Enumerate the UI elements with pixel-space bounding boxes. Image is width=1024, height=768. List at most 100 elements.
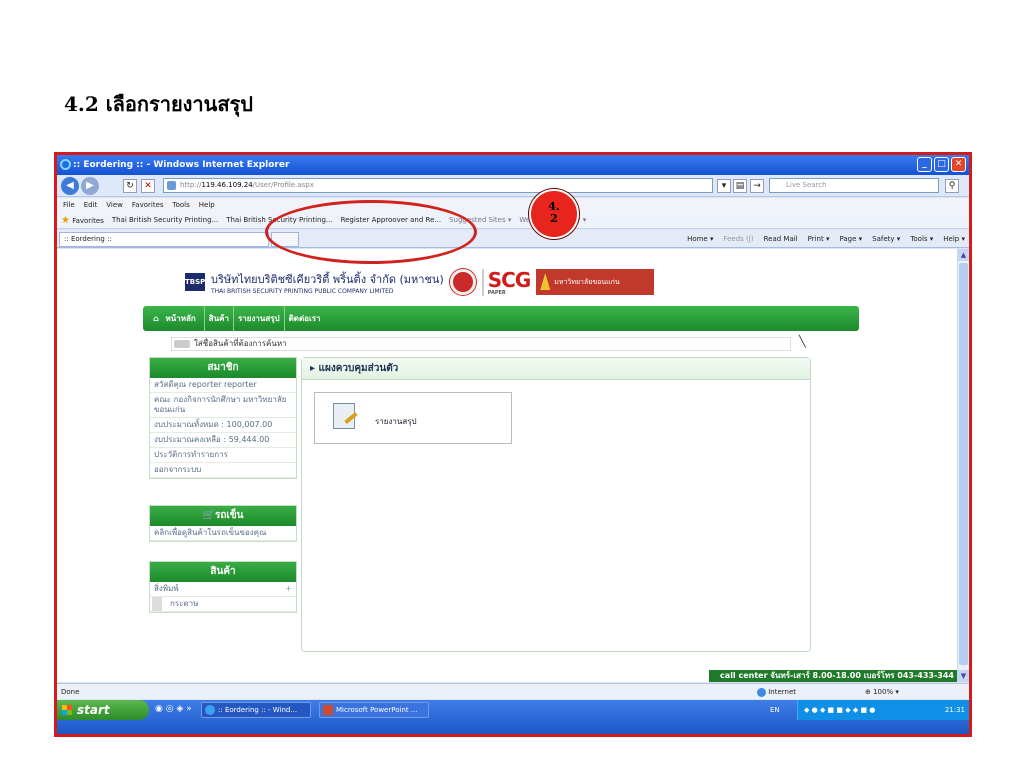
summary-report-tile[interactable]: รายงานสรุป (314, 392, 512, 444)
panel-header: ▸ แผงควบคุมส่วนตัว (302, 358, 810, 380)
nav-home[interactable]: ⌂ หน้าหลัก (149, 306, 205, 331)
greeting: สวัสดีคุณ reporter reporter (150, 378, 296, 393)
cart-box: 🛒รถเข็น คลิกเพื่อดูสินค้าในรถเข็นของคุณ (149, 505, 297, 542)
kku-logo: มหาวิทยาลัยขอนแก่น (536, 269, 655, 295)
company-name: บริษัทไทยบริติชซีเคียวริตี้ พริ้นติ้ง จำ… (211, 272, 444, 295)
scroll-down-icon[interactable]: ▼ (958, 670, 969, 682)
menu-favorites[interactable]: Favorites (132, 198, 164, 212)
help-menu[interactable]: Help ▾ (943, 232, 965, 246)
menu-help[interactable]: Help (199, 198, 215, 212)
command-bar: Home ▾ Feeds (J) Read Mail Print ▾ Page … (687, 232, 965, 246)
highlight-oval (265, 200, 477, 264)
status-bar: Done Internet ⊕ 100% ▾ (57, 683, 969, 699)
header-logos: TBSP บริษัทไทยบริติชซีเคียวริตี้ พริ้นติ… (185, 267, 655, 297)
clock: 21:31 (944, 706, 965, 714)
products-header: สินค้า (150, 562, 296, 582)
elephant-logo-icon (449, 269, 476, 295)
task-powerpoint[interactable]: Microsoft PowerPoint ... (319, 702, 429, 718)
read-mail-button[interactable]: Read Mail (764, 232, 798, 246)
page-menu[interactable]: Page ▾ (839, 232, 862, 246)
tools-menu[interactable]: Tools ▾ (910, 232, 933, 246)
feeds-button[interactable]: Feeds (J) (723, 232, 753, 246)
address-toolbar: ◀ ▶ ↻ ✕ http://119.46.109.24/User/Profil… (57, 175, 969, 197)
scg-logo: SCG PAPER (481, 268, 531, 296)
tab-eordering[interactable]: :: Eordering :: (59, 232, 269, 247)
search-icon[interactable]: ╲ (799, 335, 806, 348)
browser-window: :: Eordering :: - Windows Internet Explo… (54, 152, 972, 737)
step-badge: 4. 2 (529, 189, 579, 239)
live-search-input[interactable]: Live Search (769, 178, 939, 193)
scroll-thumb[interactable] (959, 263, 968, 665)
stop-icon[interactable]: ✕ (141, 179, 155, 193)
start-button[interactable]: start (57, 700, 149, 720)
main-nav: ⌂ หน้าหลัก สินค้า รายงานสรุป ติดต่อเรา (143, 306, 859, 331)
forward-arrow-icon[interactable]: ▶ (81, 177, 99, 195)
status-text: Done (61, 688, 80, 696)
nav-products[interactable]: สินค้า (205, 306, 234, 331)
menu-bar: File Edit View Favorites Tools Help (57, 198, 969, 212)
search-icon[interactable]: ⚲ (945, 179, 959, 193)
member-box: สมาชิก สวัสดีคุณ reporter reporter คณะ ก… (149, 357, 297, 479)
refresh-icon[interactable]: ↻ (123, 179, 137, 193)
tray-icons[interactable]: ◆ ● ◆ ■ ■ ◆ ◆ ■ ● (804, 700, 875, 720)
language-indicator[interactable]: EN (770, 700, 780, 720)
favorites-bar: ★ Favorites Thai British Security Printi… (57, 212, 969, 229)
keyboard-icon (174, 340, 190, 348)
budget-remaining: งบประมาณคงเหลือ : 59,444.00 (150, 433, 296, 448)
web-page: TBSP บริษัทไทยบริติชซีเคียวริตี้ พริ้นติ… (57, 249, 957, 682)
ie-task-icon (205, 705, 215, 715)
globe-icon (757, 687, 766, 697)
favorites-button[interactable]: ★ Favorites (61, 212, 104, 228)
task-ie[interactable]: :: Eordering :: - Wind... (201, 702, 311, 718)
back-arrow-icon[interactable]: ◀ (61, 177, 79, 195)
home-button[interactable]: Home ▾ (687, 232, 713, 246)
minimize-button[interactable]: _ (917, 157, 932, 172)
budget-total: งบประมาณทั้งหมด : 100,007.00 (150, 418, 296, 433)
quick-launch[interactable]: ◉ ◎ ◈ » (155, 704, 192, 714)
ie-logo-icon (60, 159, 71, 170)
close-button[interactable]: ✕ (951, 157, 966, 172)
go-arrow-icon[interactable]: → (750, 179, 764, 193)
system-tray: EN ◆ ● ◆ ■ ■ ◆ ◆ ■ ● 21:31 (770, 700, 969, 720)
safety-menu[interactable]: Safety ▾ (872, 232, 900, 246)
nav-contact[interactable]: ติดต่อเรา (285, 306, 325, 331)
menu-file[interactable]: File (63, 198, 75, 212)
menu-tools[interactable]: Tools (173, 198, 190, 212)
zoom-level[interactable]: ⊕ 100% ▾ (865, 684, 899, 700)
menu-view[interactable]: View (106, 198, 123, 212)
maximize-button[interactable]: □ (934, 157, 949, 172)
vertical-scrollbar[interactable]: ▲ ▼ (957, 249, 969, 682)
favorite-link-1[interactable]: Thai British Security Printing... (112, 212, 218, 228)
page-icon (167, 181, 176, 190)
summary-report-link[interactable]: รายงานสรุป (375, 415, 417, 428)
window-titlebar: :: Eordering :: - Windows Internet Explo… (57, 155, 969, 175)
powerpoint-icon (323, 705, 333, 715)
history-link[interactable]: ประวัติการทำรายการ (150, 448, 296, 463)
expand-icon[interactable]: + (285, 584, 292, 594)
slide-title: 4.2 เลือกรายงานสรุป (64, 92, 253, 116)
logout-link[interactable]: ออกจากระบบ (150, 463, 296, 478)
view-cart-link[interactable]: คลิกเพื่อดูสินค้าในรถเข็นของคุณ (150, 526, 296, 541)
address-input[interactable]: http://119.46.109.24/User/Profile.aspx (163, 178, 713, 193)
nav-reports[interactable]: รายงานสรุป (234, 306, 285, 331)
security-zone: Internet (757, 684, 796, 700)
tab-bar: :: Eordering :: Home ▾ Feeds (J) Read Ma… (57, 230, 969, 248)
control-panel: ▸ แผงควบคุมส่วนตัว รายงานสรุป (301, 357, 811, 652)
scroll-up-icon[interactable]: ▲ (958, 249, 969, 261)
compatibility-icon[interactable]: ▤ (733, 179, 747, 193)
faculty: คณะ กองกิจการนักศึกษา มหาวิทยาลัยขอนแก่น (150, 393, 296, 418)
star-icon: ★ (61, 215, 70, 226)
category-paper[interactable]: กระดาษ (150, 597, 296, 612)
product-search-input[interactable]: ใส่ชื่อสินค้าที่ต้องการค้นหา (171, 337, 791, 351)
print-button[interactable]: Print ▾ (808, 232, 830, 246)
menu-edit[interactable]: Edit (84, 198, 98, 212)
dropdown-icon[interactable]: ▾ (717, 179, 731, 193)
callcenter-banner: call center จันทร์-เสาร์ 8.00-18.00 เบอร… (709, 670, 957, 682)
cart-header: 🛒รถเข็น (150, 506, 296, 526)
window-title: :: Eordering :: - Windows Internet Explo… (73, 160, 290, 170)
member-header: สมาชิก (150, 358, 296, 378)
category-printing[interactable]: สิ่งพิมพ์ + (150, 582, 296, 597)
taskbar: start ◉ ◎ ◈ » :: Eordering :: - Wind... … (57, 700, 969, 734)
report-icon (333, 403, 355, 429)
cart-icon: 🛒 (202, 510, 215, 521)
